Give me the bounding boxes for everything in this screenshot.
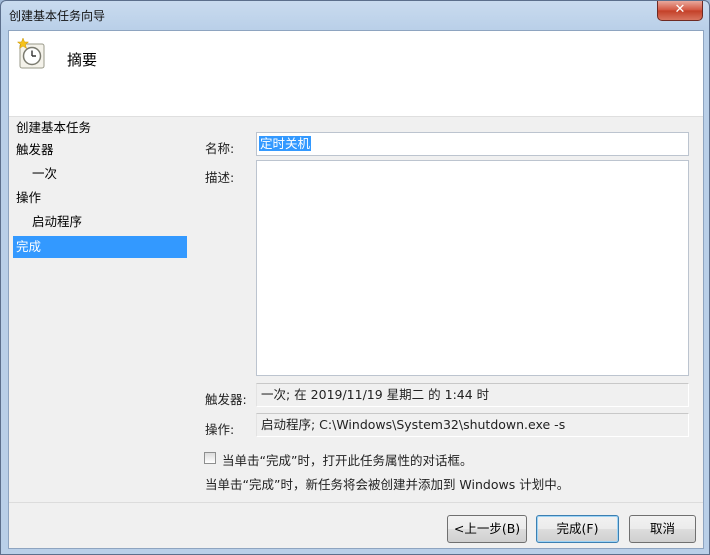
action-label: 操作: bbox=[205, 422, 235, 437]
nav-step-finish[interactable]: 完成 bbox=[13, 236, 187, 258]
wizard-window: 创建基本任务向导 ✕ 摘要 创建基本任务 触发器 一次 操作 启动程序 完成 名… bbox=[0, 0, 710, 555]
page-title: 摘要 bbox=[67, 51, 98, 69]
open-properties-checkbox-label[interactable]: 当单击“完成”时，打开此任务属性的对话框。 bbox=[222, 450, 472, 469]
nav-step-create-basic-task[interactable]: 创建基本任务 bbox=[13, 117, 187, 139]
task-scheduler-clock-icon bbox=[17, 38, 45, 69]
description-label: 描述: bbox=[205, 170, 235, 185]
window-title: 创建基本任务向导 bbox=[9, 9, 106, 23]
footer-divider bbox=[9, 502, 703, 503]
open-properties-checkbox[interactable] bbox=[204, 452, 216, 464]
nav-step-start-program[interactable]: 启动程序 bbox=[13, 211, 187, 233]
name-field-value: 定时关机 bbox=[259, 136, 312, 151]
name-field[interactable]: 定时关机 bbox=[256, 132, 689, 156]
wizard-header: 摘要 bbox=[9, 31, 703, 117]
finish-button[interactable]: 完成(F) bbox=[536, 515, 619, 543]
finish-info-text: 当单击“完成”时，新任务将会被创建并添加到 Windows 计划中。 bbox=[205, 477, 570, 492]
nav-step-once[interactable]: 一次 bbox=[13, 163, 187, 185]
name-label: 名称: bbox=[205, 141, 235, 156]
action-value: 启动程序; C:\Windows\System32\shutdown.exe -… bbox=[256, 413, 689, 437]
wizard-steps-nav: 创建基本任务 触发器 一次 操作 启动程序 完成 bbox=[9, 117, 189, 417]
close-button[interactable]: ✕ bbox=[657, 1, 703, 21]
back-button[interactable]: <上一步(B) bbox=[447, 515, 527, 543]
wizard-client-area: 摘要 创建基本任务 触发器 一次 操作 启动程序 完成 名称: 定时关机 描述:… bbox=[8, 30, 704, 549]
cancel-button[interactable]: 取消 bbox=[629, 515, 696, 543]
title-bar[interactable]: 创建基本任务向导 ✕ bbox=[1, 1, 709, 29]
nav-step-action[interactable]: 操作 bbox=[13, 187, 187, 209]
nav-step-trigger[interactable]: 触发器 bbox=[13, 139, 187, 161]
description-field[interactable] bbox=[256, 160, 689, 376]
trigger-value: 一次; 在 2019/11/19 星期二 的 1:44 时 bbox=[256, 383, 689, 407]
trigger-label: 触发器: bbox=[205, 392, 247, 407]
